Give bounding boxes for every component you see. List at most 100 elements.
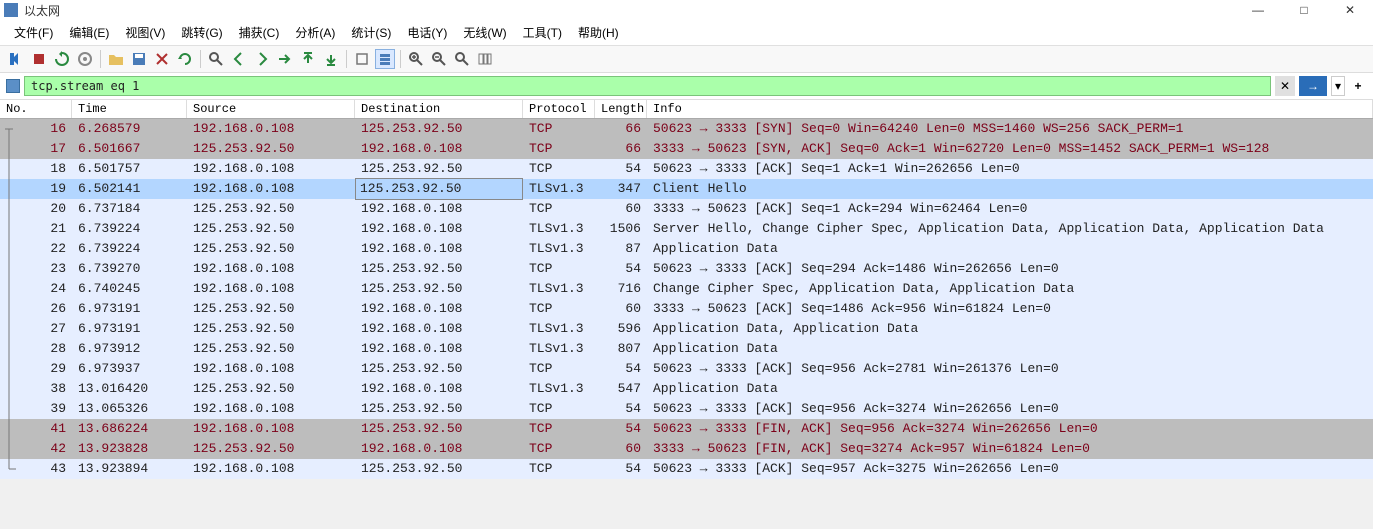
cell-info: 50623 → 3333 [ACK] Seq=957 Ack=3275 Win=…: [647, 459, 1373, 479]
col-time[interactable]: Time: [72, 100, 187, 118]
menu-item[interactable]: 分析(A): [289, 22, 341, 43]
menu-item[interactable]: 文件(F): [8, 22, 59, 43]
col-info[interactable]: Info: [647, 100, 1373, 118]
cell-no: 16: [0, 119, 72, 139]
cell-info: Server Hello, Change Cipher Spec, Applic…: [647, 219, 1373, 239]
packet-row[interactable]: 296.973937192.168.0.108125.253.92.50TCP5…: [0, 359, 1373, 379]
packet-row[interactable]: 226.739224125.253.92.50192.168.0.108TLSv…: [0, 239, 1373, 259]
go-to-packet-button[interactable]: [275, 49, 295, 69]
cell-destination: 192.168.0.108: [355, 319, 523, 339]
cell-protocol: TCP: [523, 399, 595, 419]
packet-row[interactable]: 176.501667125.253.92.50192.168.0.108TCP6…: [0, 139, 1373, 159]
packet-row[interactable]: 206.737184125.253.92.50192.168.0.108TCP6…: [0, 199, 1373, 219]
cell-time: 6.501667: [72, 139, 187, 159]
cell-destination: 192.168.0.108: [355, 239, 523, 259]
packet-row[interactable]: 186.501757192.168.0.108125.253.92.50TCP5…: [0, 159, 1373, 179]
col-length[interactable]: Length: [595, 100, 647, 118]
packet-row[interactable]: 266.973191125.253.92.50192.168.0.108TCP6…: [0, 299, 1373, 319]
cell-protocol: TCP: [523, 359, 595, 379]
cell-time: 6.740245: [72, 279, 187, 299]
cell-length: 347: [595, 179, 647, 199]
filter-history-dropdown[interactable]: ▾: [1331, 76, 1345, 96]
col-protocol[interactable]: Protocol: [523, 100, 595, 118]
packet-row[interactable]: 4313.923894192.168.0.108125.253.92.50TCP…: [0, 459, 1373, 479]
conversation-line-icon: [2, 219, 16, 239]
cell-time: 6.973191: [72, 299, 187, 319]
packet-row[interactable]: 196.502141192.168.0.108125.253.92.50TLSv…: [0, 179, 1373, 199]
packet-row[interactable]: 166.268579192.168.0.108125.253.92.50TCP6…: [0, 119, 1373, 139]
stop-capture-button[interactable]: [29, 49, 49, 69]
cell-protocol: TLSv1.3: [523, 239, 595, 259]
cell-info: Application Data: [647, 239, 1373, 259]
go-back-button[interactable]: [229, 49, 249, 69]
cell-source: 125.253.92.50: [187, 439, 355, 459]
save-file-button[interactable]: [129, 49, 149, 69]
packet-list[interactable]: 166.268579 192.168.0.108 125.253.92.50 TCP 6…: [0, 119, 1373, 479]
cell-no: 23: [0, 259, 72, 279]
menu-item[interactable]: 统计(S): [345, 22, 397, 43]
col-destination[interactable]: Destination: [355, 100, 523, 118]
cell-no: 29: [0, 359, 72, 379]
menu-item[interactable]: 帮助(H): [572, 22, 625, 43]
cell-length: 87: [595, 239, 647, 259]
minimize-button[interactable]: —: [1235, 0, 1281, 20]
zoom-out-button[interactable]: [429, 49, 449, 69]
cell-info: 50623 → 3333 [ACK] Seq=1 Ack=1 Win=26265…: [647, 159, 1373, 179]
reload-button[interactable]: [175, 49, 195, 69]
cell-time: 6.973912: [72, 339, 187, 359]
cell-destination: 192.168.0.108: [355, 139, 523, 159]
go-forward-button[interactable]: [252, 49, 272, 69]
cell-destination: 125.253.92.50: [355, 279, 523, 299]
go-first-button[interactable]: [298, 49, 318, 69]
maximize-button[interactable]: □: [1281, 0, 1327, 20]
close-button[interactable]: ✕: [1327, 0, 1373, 20]
packet-row[interactable]: 4113.686224192.168.0.108125.253.92.50TCP…: [0, 419, 1373, 439]
packet-row[interactable]: 276.973191125.253.92.50192.168.0.108TLSv…: [0, 319, 1373, 339]
menu-item[interactable]: 跳转(G): [175, 22, 228, 43]
menu-item[interactable]: 捕获(C): [233, 22, 286, 43]
cell-info: 3333 → 50623 [ACK] Seq=1486 Ack=956 Win=…: [647, 299, 1373, 319]
cell-length: 66: [595, 139, 647, 159]
autoscroll-button[interactable]: [352, 49, 372, 69]
packet-row[interactable]: 3813.016420125.253.92.50192.168.0.108TLS…: [0, 379, 1373, 399]
restart-capture-button[interactable]: [52, 49, 72, 69]
menu-item[interactable]: 无线(W): [457, 22, 512, 43]
packet-row[interactable]: 4213.923828125.253.92.50192.168.0.108TCP…: [0, 439, 1373, 459]
cell-time: 6.268579: [72, 119, 187, 139]
filter-apply-button[interactable]: →: [1299, 76, 1327, 96]
menu-item[interactable]: 视图(V): [119, 22, 171, 43]
resize-columns-button[interactable]: [475, 49, 495, 69]
zoom-reset-button[interactable]: [452, 49, 472, 69]
find-packet-button[interactable]: [206, 49, 226, 69]
cell-info: 50623 → 3333 [FIN, ACK] Seq=956 Ack=3274…: [647, 419, 1373, 439]
packet-row[interactable]: 216.739224125.253.92.50192.168.0.108TLSv…: [0, 219, 1373, 239]
menu-item[interactable]: 工具(T): [517, 22, 568, 43]
display-filter-input[interactable]: [24, 76, 1271, 96]
col-no[interactable]: No.: [0, 100, 72, 118]
packet-row[interactable]: 286.973912125.253.92.50192.168.0.108TLSv…: [0, 339, 1373, 359]
cell-source: 192.168.0.108: [187, 179, 355, 199]
col-source[interactable]: Source: [187, 100, 355, 118]
menu-item[interactable]: 电话(Y): [401, 22, 453, 43]
capture-options-button[interactable]: [75, 49, 95, 69]
cell-length: 716: [595, 279, 647, 299]
filter-bookmark-icon[interactable]: [6, 79, 20, 93]
open-file-button[interactable]: [106, 49, 126, 69]
zoom-in-button[interactable]: [406, 49, 426, 69]
close-file-button[interactable]: [152, 49, 172, 69]
packet-row[interactable]: 246.740245192.168.0.108125.253.92.50TLSv…: [0, 279, 1373, 299]
filter-clear-button[interactable]: ✕: [1275, 76, 1295, 96]
start-capture-button[interactable]: [6, 49, 26, 69]
go-last-button[interactable]: [321, 49, 341, 69]
conversation-line-icon: [2, 239, 16, 259]
colorize-button[interactable]: [375, 49, 395, 69]
packet-row[interactable]: 3913.065326192.168.0.108125.253.92.50TCP…: [0, 399, 1373, 419]
toolbar-separator: [346, 50, 347, 68]
cell-time: 13.065326: [72, 399, 187, 419]
filter-add-button[interactable]: +: [1349, 76, 1367, 96]
cell-no: 18: [0, 159, 72, 179]
cell-time: 13.923828: [72, 439, 187, 459]
packet-row[interactable]: 236.739270192.168.0.108125.253.92.50TCP5…: [0, 259, 1373, 279]
menu-item[interactable]: 编辑(E): [63, 22, 115, 43]
cell-protocol: TCP: [523, 459, 595, 479]
